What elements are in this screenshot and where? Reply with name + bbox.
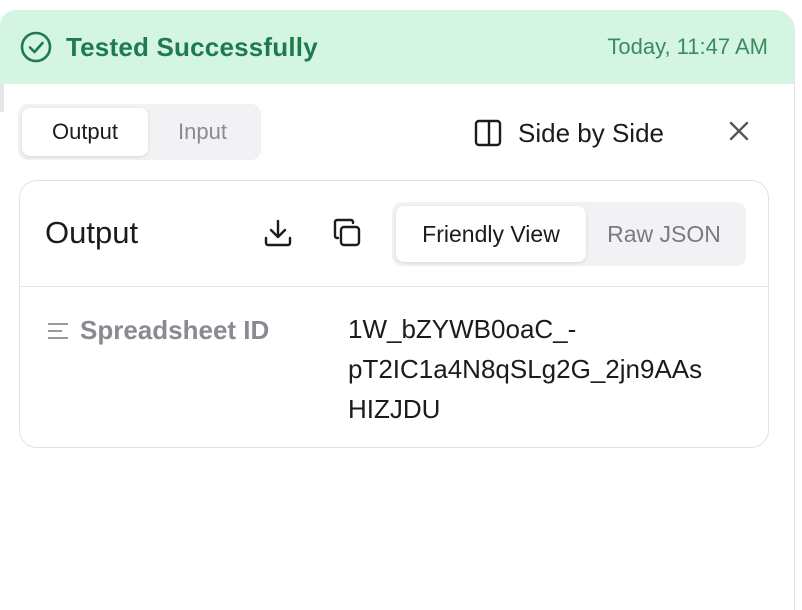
- panel-split-icon: [472, 117, 504, 149]
- tab-raw-json[interactable]: Raw JSON: [586, 206, 742, 262]
- check-circle-icon: [20, 31, 52, 63]
- field-label: Spreadsheet ID: [80, 315, 270, 345]
- output-card: Output Friendly View Raw JSON Spreadshee…: [19, 180, 769, 448]
- copy-button[interactable]: [329, 217, 365, 253]
- text-lines-icon: [46, 319, 70, 343]
- close-icon: [727, 119, 751, 148]
- tab-input[interactable]: Input: [148, 108, 257, 156]
- divider: [0, 84, 4, 112]
- status-title: Tested Successfully: [66, 31, 318, 62]
- status-bar: Tested Successfully Today, 11:47 AM: [0, 10, 794, 84]
- output-input-tabs: Output Input: [18, 104, 261, 160]
- side-by-side-label: Side by Side: [518, 117, 664, 148]
- field-row: Spreadsheet ID 1W_bZYWB0oaC_- pT2IC1a4N8…: [20, 287, 768, 447]
- download-button[interactable]: [260, 217, 296, 253]
- output-card-header: Output Friendly View Raw JSON: [20, 181, 768, 287]
- field-value: 1W_bZYWB0oaC_- pT2IC1a4N8qSLg2G_2jn9AAs …: [348, 309, 760, 429]
- tab-output[interactable]: Output: [22, 108, 148, 156]
- download-icon: [262, 217, 294, 254]
- side-by-side-button[interactable]: Side by Side: [472, 113, 664, 153]
- test-result-panel: Tested Successfully Today, 11:47 AM Outp…: [0, 10, 795, 610]
- field-value-line: pT2IC1a4N8qSLg2G_2jn9AAs: [348, 354, 703, 384]
- status-timestamp: Today, 11:47 AM: [607, 34, 768, 59]
- view-toggle: Friendly View Raw JSON: [392, 202, 746, 266]
- field-value-line: HIZJDU: [348, 394, 441, 424]
- field-value-line: 1W_bZYWB0oaC_-: [348, 314, 577, 344]
- card-title: Output: [45, 215, 139, 250]
- tab-friendly-view[interactable]: Friendly View: [396, 206, 586, 262]
- close-button[interactable]: [722, 116, 756, 150]
- copy-icon: [331, 217, 363, 254]
